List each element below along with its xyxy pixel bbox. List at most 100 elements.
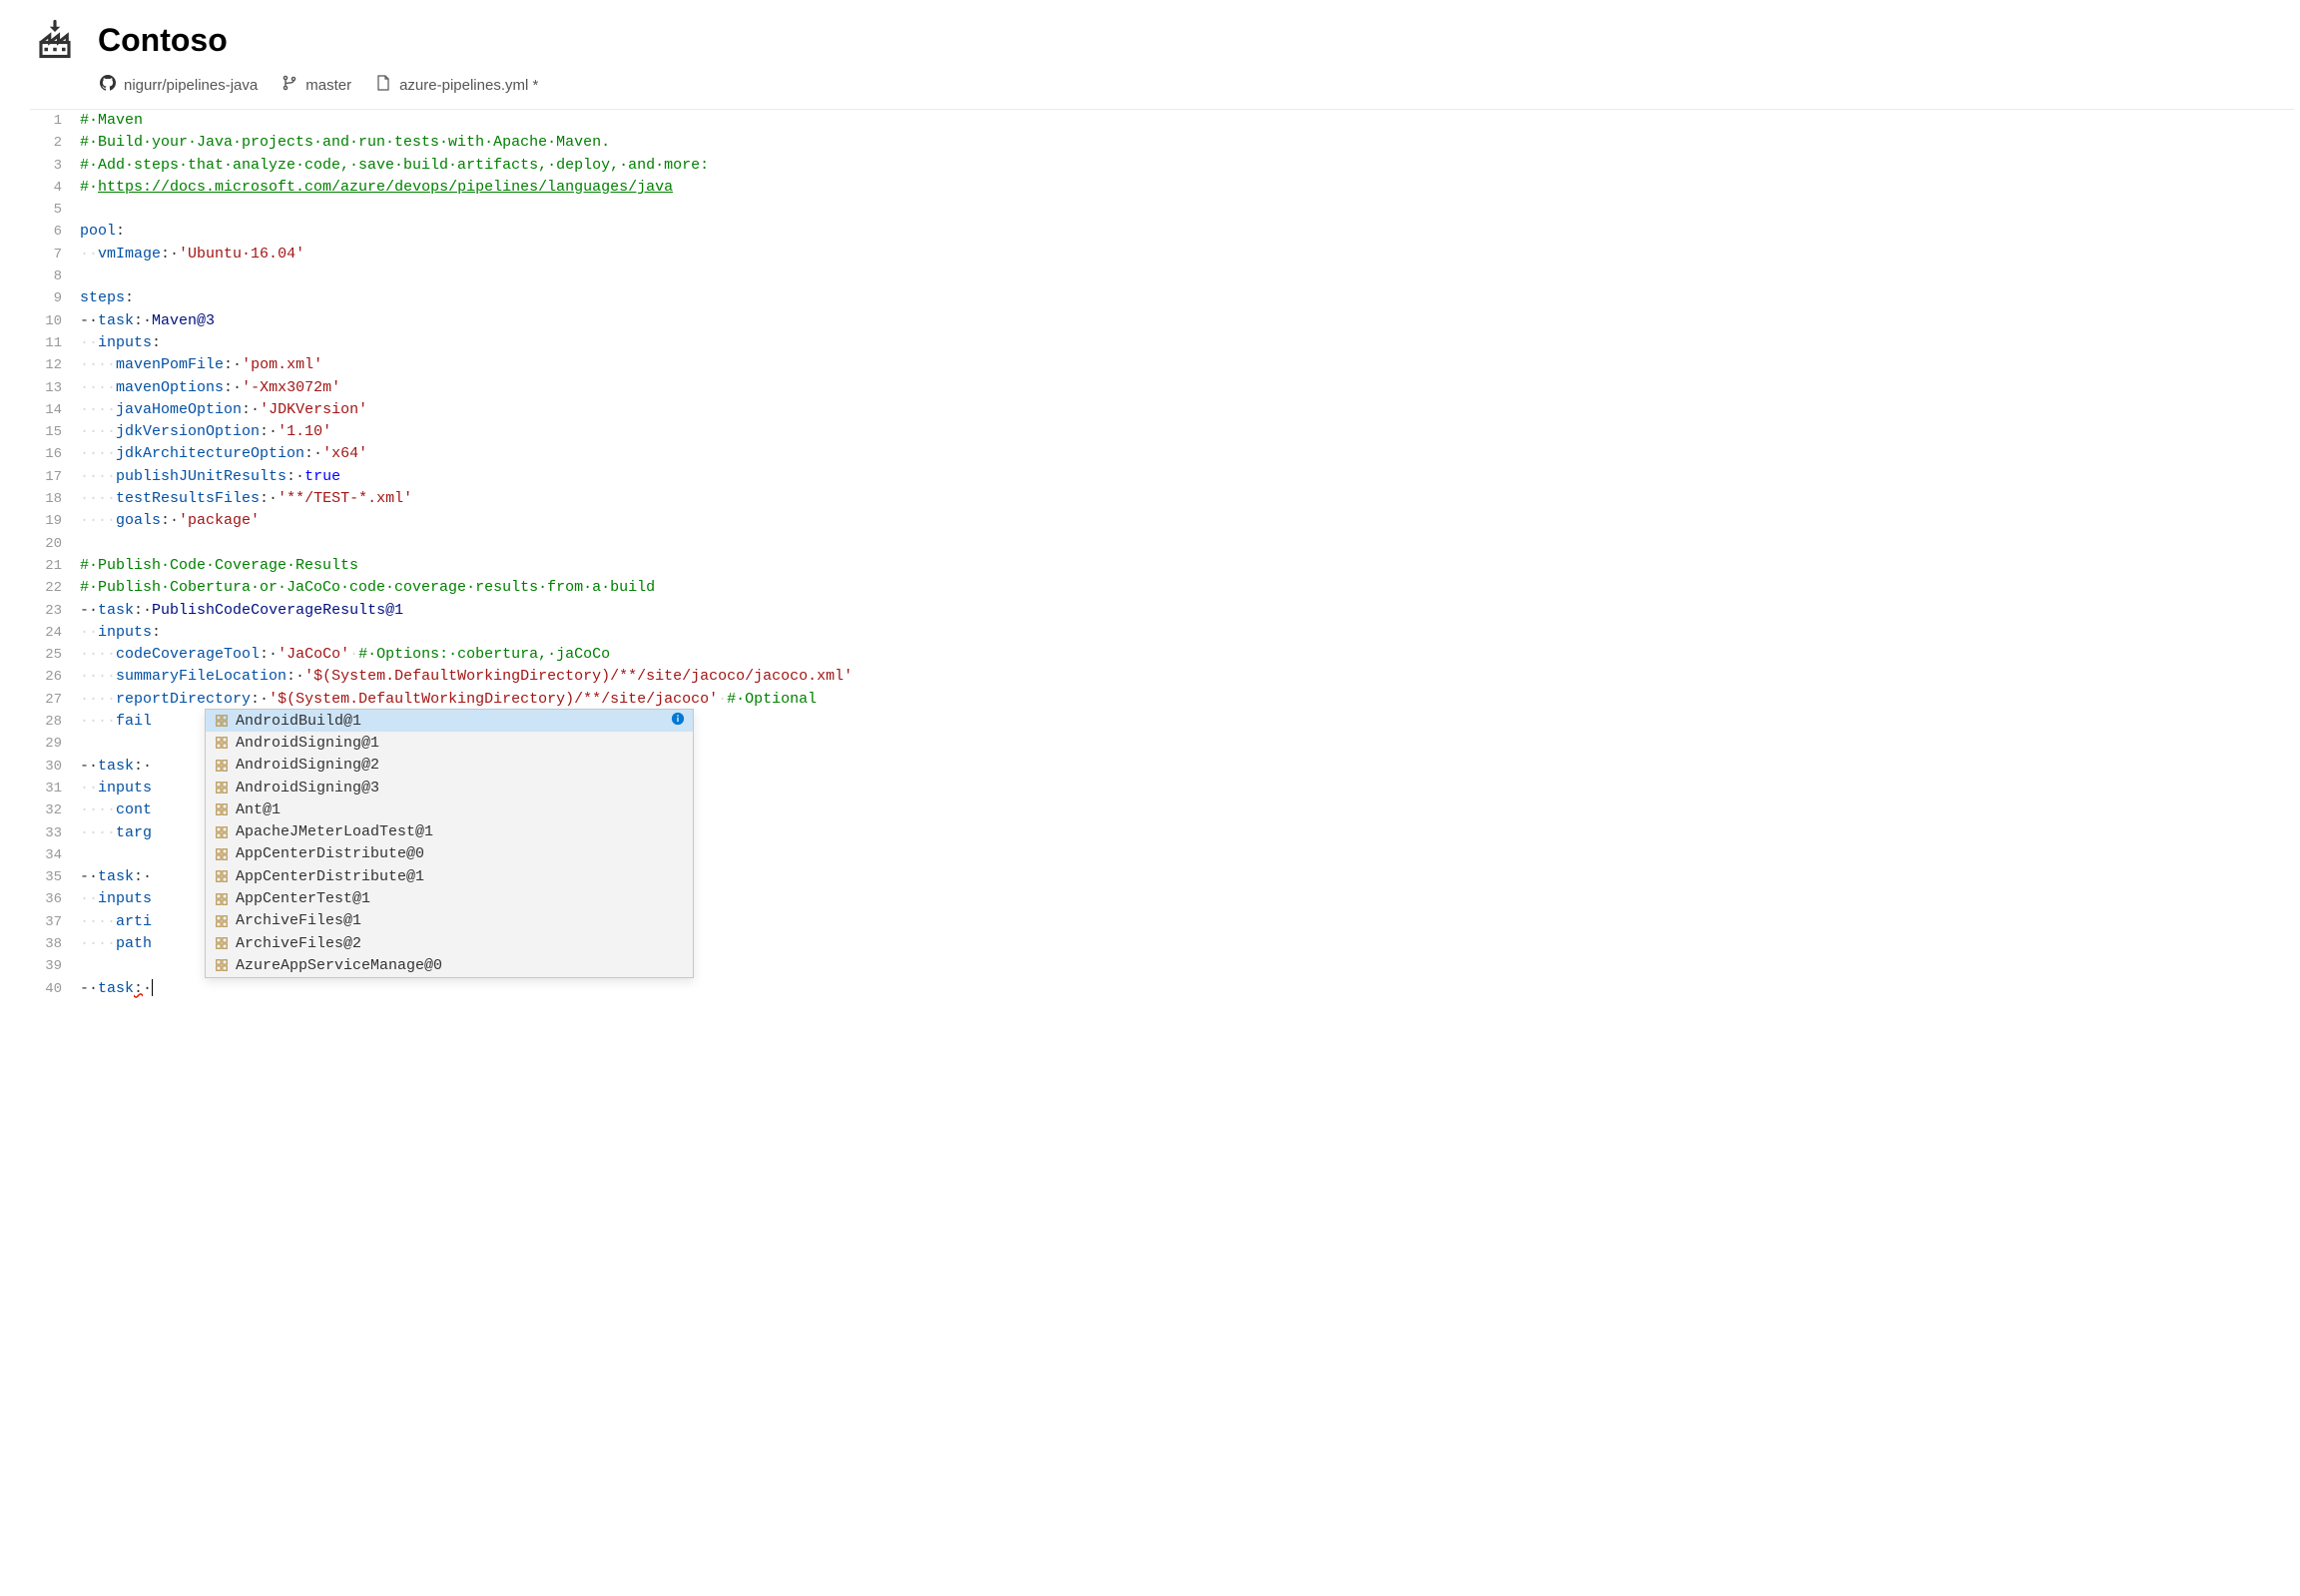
code-line[interactable]: 9steps: [30, 287, 2294, 309]
line-number: 25 [30, 644, 80, 666]
autocomplete-item[interactable]: AppCenterDistribute@0 [206, 843, 693, 865]
code-content[interactable]: ····jdkVersionOption:·'1.10' [80, 421, 2294, 443]
snippet-icon [214, 846, 230, 862]
code-line[interactable]: 2#·Build·your·Java·projects·and·run·test… [30, 132, 2294, 154]
snippet-icon [214, 957, 230, 973]
code-line[interactable]: 18····testResultsFiles:·'**/TEST-*.xml' [30, 488, 2294, 510]
code-line[interactable]: 3#·Add·steps·that·analyze·code,·save·bui… [30, 155, 2294, 177]
line-number: 28 [30, 711, 80, 733]
line-number: 26 [30, 666, 80, 688]
code-line[interactable]: 5 [30, 199, 2294, 221]
code-line[interactable]: 22#·Publish·Cobertura·or·JaCoCo·code·cov… [30, 577, 2294, 599]
code-content[interactable]: #·Add·steps·that·analyze·code,·save·buil… [80, 155, 2294, 177]
code-line[interactable]: 6pool: [30, 221, 2294, 243]
autocomplete-label: ApacheJMeterLoadTest@1 [236, 823, 433, 840]
code-content[interactable]: ····mavenOptions:·'-Xmx3072m' [80, 377, 2294, 399]
info-icon[interactable] [671, 712, 685, 731]
code-editor[interactable]: 1#·Maven2#·Build·your·Java·projects·and·… [30, 109, 2294, 1000]
line-number: 9 [30, 287, 80, 309]
code-content[interactable]: ··inputs: [80, 622, 2294, 644]
branch-icon [282, 75, 297, 95]
code-line[interactable]: 26····summaryFileLocation:·'$(System.Def… [30, 666, 2294, 688]
code-line[interactable]: 12····mavenPomFile:·'pom.xml' [30, 354, 2294, 376]
code-content[interactable]: steps: [80, 287, 2294, 309]
code-line[interactable]: 19····goals:·'package' [30, 510, 2294, 532]
autocomplete-popup[interactable]: AndroidBuild@1AndroidSigning@1AndroidSig… [205, 709, 694, 978]
code-content[interactable]: ··inputs: [80, 332, 2294, 354]
code-line[interactable]: 10-·task:·Maven@3 [30, 310, 2294, 332]
code-line[interactable]: 8 [30, 266, 2294, 287]
code-content[interactable]: ····jdkArchitectureOption:·'x64' [80, 443, 2294, 465]
breadcrumb-branch-label: master [305, 77, 351, 94]
line-number: 10 [30, 310, 80, 332]
breadcrumb: nigurr/pipelines-java master azure-pipel… [0, 69, 2300, 109]
code-line[interactable]: 13····mavenOptions:·'-Xmx3072m' [30, 377, 2294, 399]
code-content[interactable]: #·https://docs.microsoft.com/azure/devop… [80, 177, 2294, 199]
breadcrumb-file[interactable]: azure-pipelines.yml * [375, 75, 538, 95]
breadcrumb-repo[interactable]: nigurr/pipelines-java [100, 75, 258, 95]
code-line[interactable]: 14····javaHomeOption:·'JDKVersion' [30, 399, 2294, 421]
code-content[interactable]: -·task:·Maven@3 [80, 310, 2294, 332]
code-line[interactable]: 15····jdkVersionOption:·'1.10' [30, 421, 2294, 443]
snippet-icon [214, 758, 230, 774]
autocomplete-label: AzureAppServiceManage@0 [236, 957, 442, 974]
code-line[interactable]: 16····jdkArchitectureOption:·'x64' [30, 443, 2294, 465]
code-content[interactable]: ····mavenPomFile:·'pom.xml' [80, 354, 2294, 376]
code-line[interactable]: 20 [30, 533, 2294, 555]
code-content[interactable]: -·task:·PublishCodeCoverageResults@1 [80, 600, 2294, 622]
code-content[interactable]: ····javaHomeOption:·'JDKVersion' [80, 399, 2294, 421]
autocomplete-item[interactable]: AppCenterDistribute@1 [206, 865, 693, 887]
line-number: 27 [30, 689, 80, 711]
code-content[interactable]: ··vmImage:·'Ubuntu·16.04' [80, 244, 2294, 266]
line-number: 13 [30, 377, 80, 399]
autocomplete-item[interactable]: AndroidSigning@1 [206, 732, 693, 754]
code-line[interactable]: 11··inputs: [30, 332, 2294, 354]
breadcrumb-branch[interactable]: master [282, 75, 351, 95]
code-line[interactable]: 27····reportDirectory:·'$(System.Default… [30, 689, 2294, 711]
code-line[interactable]: 4#·https://docs.microsoft.com/azure/devo… [30, 177, 2294, 199]
code-line[interactable]: 23-·task:·PublishCodeCoverageResults@1 [30, 600, 2294, 622]
autocomplete-label: AppCenterTest@1 [236, 890, 370, 907]
autocomplete-item[interactable]: AndroidSigning@2 [206, 755, 693, 777]
code-content[interactable]: #·Build·your·Java·projects·and·run·tests… [80, 132, 2294, 154]
autocomplete-item[interactable]: AndroidSigning@3 [206, 777, 693, 798]
line-number: 1 [30, 110, 80, 132]
code-content[interactable]: ····goals:·'package' [80, 510, 2294, 532]
autocomplete-item[interactable]: ArchiveFiles@1 [206, 910, 693, 932]
autocomplete-item[interactable]: AzureAppServiceManage@0 [206, 954, 693, 976]
line-number: 35 [30, 866, 80, 888]
code-line[interactable]: 1#·Maven [30, 110, 2294, 132]
autocomplete-item[interactable]: Ant@1 [206, 798, 693, 820]
snippet-icon [214, 824, 230, 840]
line-number: 31 [30, 778, 80, 799]
snippet-icon [214, 735, 230, 751]
code-line[interactable]: 24··inputs: [30, 622, 2294, 644]
code-content[interactable]: ····testResultsFiles:·'**/TEST-*.xml' [80, 488, 2294, 510]
autocomplete-item[interactable]: ArchiveFiles@2 [206, 932, 693, 954]
code-content[interactable]: #·Maven [80, 110, 2294, 132]
line-number: 8 [30, 266, 80, 287]
code-content[interactable]: -·task:· [80, 978, 2294, 1000]
code-line[interactable]: 7··vmImage:·'Ubuntu·16.04' [30, 244, 2294, 266]
line-number: 5 [30, 199, 80, 221]
line-number: 16 [30, 443, 80, 465]
autocomplete-label: ArchiveFiles@2 [236, 935, 361, 952]
code-content[interactable]: pool: [80, 221, 2294, 243]
code-line[interactable]: 40-·task:· [30, 978, 2294, 1000]
breadcrumb-repo-label: nigurr/pipelines-java [124, 77, 258, 94]
code-line[interactable]: 21#·Publish·Code·Coverage·Results [30, 555, 2294, 577]
code-line[interactable]: 25····codeCoverageTool:·'JaCoCo'·#·Optio… [30, 644, 2294, 666]
code-content[interactable]: ····publishJUnitResults:·true [80, 466, 2294, 488]
snippet-icon [214, 935, 230, 951]
code-line[interactable]: 17····publishJUnitResults:·true [30, 466, 2294, 488]
autocomplete-item[interactable]: AndroidBuild@1 [206, 710, 693, 732]
line-number: 36 [30, 888, 80, 910]
code-content[interactable]: #·Publish·Code·Coverage·Results [80, 555, 2294, 577]
autocomplete-item[interactable]: AppCenterTest@1 [206, 887, 693, 909]
autocomplete-item[interactable]: ApacheJMeterLoadTest@1 [206, 820, 693, 842]
code-content[interactable]: ····codeCoverageTool:·'JaCoCo'·#·Options… [80, 644, 2294, 666]
code-content[interactable]: ····summaryFileLocation:·'$(System.Defau… [80, 666, 2294, 688]
text-cursor [152, 979, 153, 996]
code-content[interactable]: ····reportDirectory:·'$(System.DefaultWo… [80, 689, 2294, 711]
code-content[interactable]: #·Publish·Cobertura·or·JaCoCo·code·cover… [80, 577, 2294, 599]
